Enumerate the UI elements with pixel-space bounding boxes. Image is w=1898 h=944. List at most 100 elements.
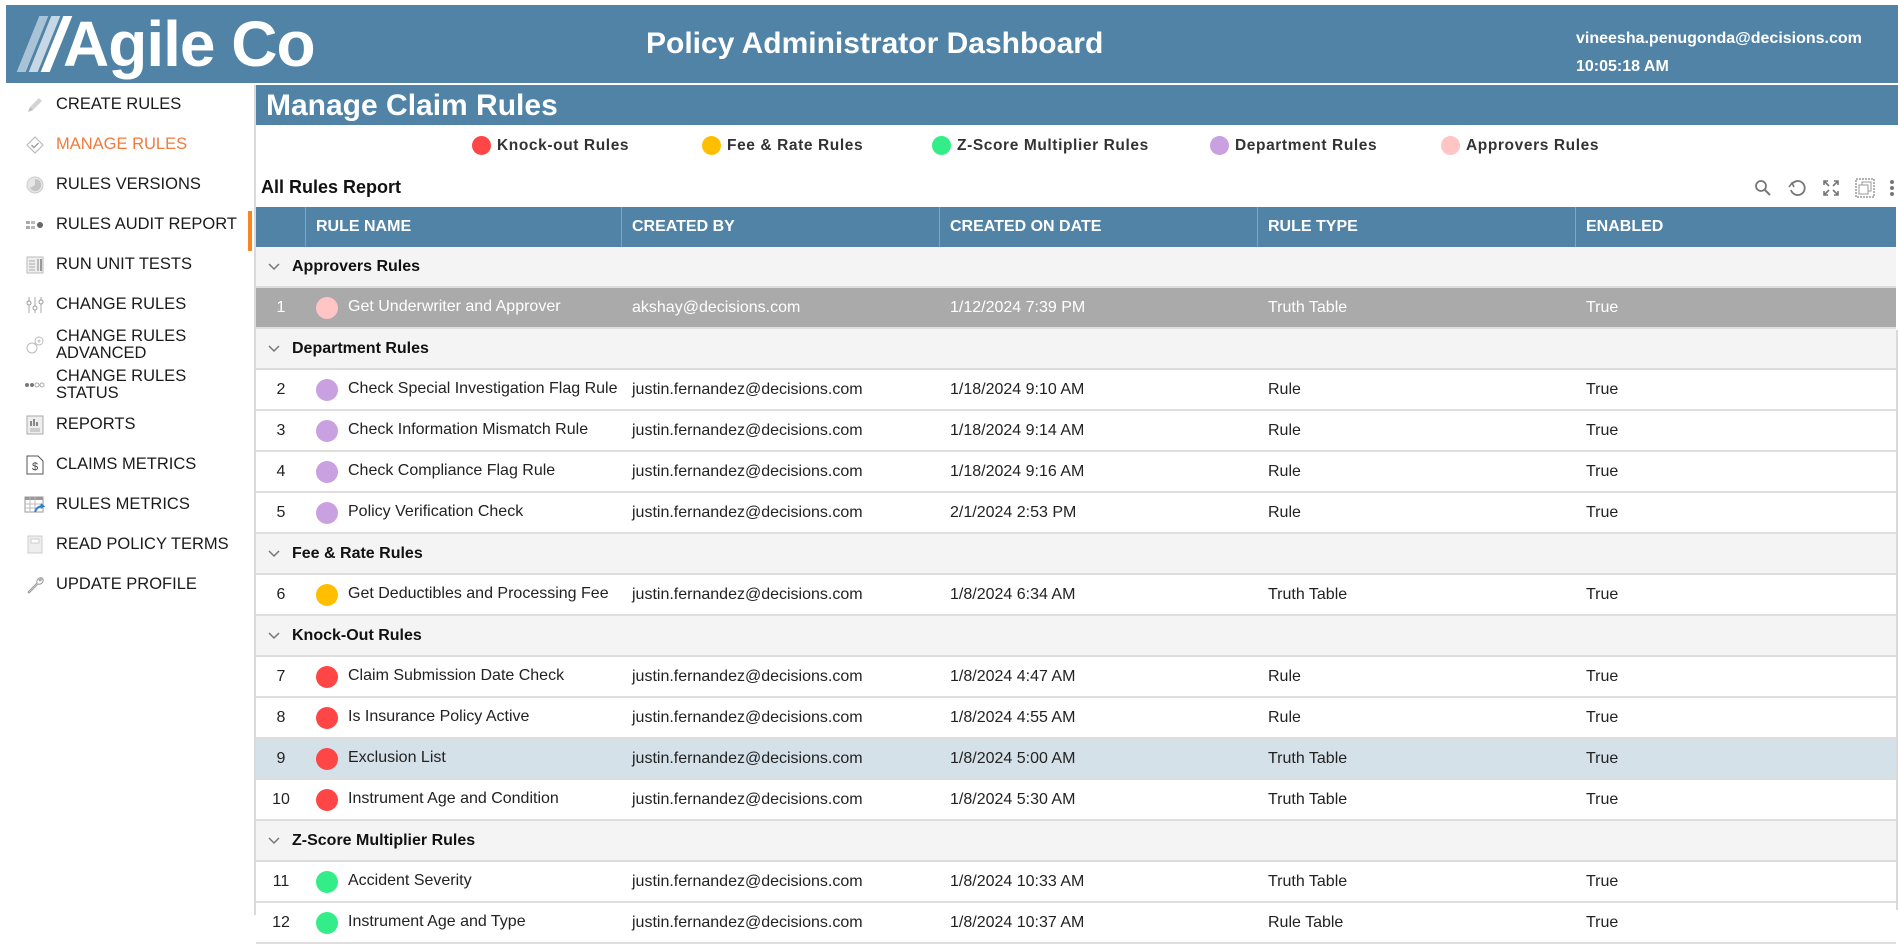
group-row[interactable]: Knock-Out Rules — [256, 616, 1896, 657]
sidebar-item-change-rules-status[interactable]: CHANGE RULES STATUS — [0, 365, 252, 405]
rule-type-dot-icon — [316, 706, 338, 729]
created-by: justin.fernandez@decisions.com — [632, 380, 863, 398]
group-row[interactable]: Department Rules — [256, 329, 1896, 370]
app-header: Agile Co Policy Administrator Dashboard … — [6, 5, 1898, 83]
rule-type-legend: Knock-out Rules Fee & Rate Rules Z-Score… — [256, 130, 1898, 162]
column-header-created-on-date[interactable]: CREATED ON DATE — [940, 207, 1258, 247]
table-row[interactable]: 4 Check Compliance Flag Rule justin.fernan… — [256, 452, 1896, 493]
created-on-date: 1/18/2024 9:14 AM — [950, 421, 1085, 439]
sliders-icon — [24, 294, 46, 316]
group-row[interactable]: Approvers Rules — [256, 247, 1896, 288]
created-by: justin.fernandez@decisions.com — [632, 749, 863, 767]
sidebar-item-reports[interactable]: REPORTS — [0, 405, 252, 445]
created-by: justin.fernandez@decisions.com — [632, 708, 863, 726]
column-header-enabled[interactable]: ENABLED — [1576, 207, 1896, 247]
table-row[interactable]: 3 Check Information Mismatch Rule justin.f… — [256, 411, 1896, 452]
sidebar-item-run-unit-tests[interactable]: RUN UNIT TESTS — [0, 245, 252, 285]
logo-text: Agile Co — [63, 8, 316, 80]
sidebar-item-label: REPORTS — [56, 415, 136, 434]
rule-type: Truth Table — [1268, 585, 1348, 603]
rule-type: Rule — [1268, 708, 1301, 726]
chevron-down-icon[interactable] — [256, 344, 292, 353]
chevron-down-icon[interactable] — [256, 631, 292, 640]
rule-name-cell: Instrument Age and Type — [306, 903, 622, 942]
group-row[interactable]: Z-Score Multiplier Rules — [256, 821, 1896, 862]
table-row[interactable]: 10 Instrument Age and Condition justin.fer… — [256, 780, 1896, 821]
table-row[interactable]: 6 Get Deductibles and Processing Fee justi… — [256, 575, 1896, 616]
sidebar-item-change-rules[interactable]: CHANGE RULES — [0, 285, 252, 325]
search-icon[interactable] — [1752, 177, 1774, 199]
half-circle-icon — [24, 174, 46, 196]
column-header-rule-type[interactable]: RULE TYPE — [1258, 207, 1576, 247]
legend-label: Knock-out Rules — [497, 136, 630, 154]
sidebar-item-rules-metrics[interactable]: RULES METRICS — [0, 485, 252, 525]
page-title-bar: Manage Claim Rules — [256, 85, 1898, 125]
rule-type: Rule — [1268, 380, 1301, 398]
column-header-index[interactable] — [256, 207, 306, 247]
group-row[interactable]: Fee & Rate Rules — [256, 534, 1896, 575]
enabled: True — [1586, 462, 1619, 480]
column-header-created-by[interactable]: CREATED BY — [622, 207, 940, 247]
rule-name: Check Special Investigation Flag Rule — [348, 380, 618, 398]
sidebar-item-label: CHANGE RULES STATUS — [56, 366, 187, 402]
rule-name: Exclusion List — [348, 749, 446, 767]
rule-name-cell: Instrument Age and Condition — [306, 780, 622, 819]
sidebar-item-read-policy-terms[interactable]: READ POLICY TERMS — [0, 525, 252, 565]
chevron-down-icon[interactable] — [256, 262, 292, 271]
sidebar-item-update-profile[interactable]: UPDATE PROFILE — [0, 565, 252, 605]
sidebar-item-label: CHANGE RULES ADVANCED — [56, 326, 187, 362]
table-body: Approvers Rules 1 Get Underwriter and Appr… — [256, 247, 1896, 944]
row-number: 3 — [276, 421, 286, 439]
legend-item-z-score: Z-Score Multiplier Rules — [932, 136, 1149, 155]
rule-name: Policy Verification Check — [348, 503, 524, 521]
more-vertical-icon[interactable] — [1888, 177, 1896, 199]
column-header-rule-name[interactable]: RULE NAME — [306, 207, 622, 247]
logo-stripes-icon — [16, 16, 73, 72]
sidebar-item-label: RULES METRICS — [56, 495, 190, 514]
created-by: justin.fernandez@decisions.com — [632, 872, 863, 890]
sidebar-item-change-rules-advanced[interactable]: CHANGE RULES ADVANCED — [0, 325, 252, 365]
table-row[interactable]: 11 Accident Severity justin.fernandez@deci… — [256, 862, 1896, 903]
row-number: 9 — [276, 749, 286, 767]
sidebar-item-rules-versions[interactable]: RULES VERSIONS — [0, 165, 252, 205]
created-by: justin.fernandez@decisions.com — [632, 913, 863, 931]
rule-name-cell: Is Insurance Policy Active — [306, 698, 622, 737]
legend-label: Z-Score Multiplier Rules — [957, 136, 1149, 154]
refresh-icon[interactable] — [1786, 177, 1808, 199]
enabled: True — [1586, 749, 1619, 767]
sidebar-item-label: CHANGE RULES — [56, 295, 187, 314]
copy-icon[interactable] — [1854, 177, 1876, 199]
sidebar-item-create-rules[interactable]: CREATE RULES — [0, 85, 252, 125]
table-row[interactable]: 1 Get Underwriter and Approver akshay@deci… — [256, 288, 1896, 329]
enabled: True — [1586, 585, 1619, 603]
company-logo[interactable]: Agile Co — [16, 7, 316, 81]
chevron-down-icon[interactable] — [256, 836, 292, 845]
rule-name-cell: Check Information Mismatch Rule — [306, 411, 622, 450]
rule-type: Rule Table — [1268, 913, 1344, 931]
sidebar-item-rules-audit-report[interactable]: RULES AUDIT REPORT — [0, 205, 252, 245]
table-row[interactable]: 9 Exclusion List justin.fernandez@decision… — [256, 739, 1896, 780]
table-row[interactable]: 5 Policy Verification Check justin.fernand… — [256, 493, 1896, 534]
table-row[interactable]: 2 Check Special Investigation Flag Rule ju… — [256, 370, 1896, 411]
rule-type-dot-icon — [316, 460, 338, 483]
table-row[interactable]: 7 Claim Submission Date Check justin.ferna… — [256, 657, 1896, 698]
legend-item-knock-out: Knock-out Rules — [472, 136, 629, 155]
rule-name-cell: Exclusion List — [306, 739, 622, 778]
user-email: vineesha.penugonda@decisions.com — [1576, 30, 1862, 47]
sidebar-item-claims-metrics[interactable]: $ CLAIMS METRICS — [0, 445, 252, 485]
enabled: True — [1586, 790, 1619, 808]
table-row[interactable]: 8 Is Insurance Policy Active justin.fernan… — [256, 698, 1896, 739]
rule-name: Accident Severity — [348, 872, 472, 890]
sidebar-item-manage-rules[interactable]: MANAGE RULES — [0, 125, 252, 165]
rule-type: Truth Table — [1268, 749, 1348, 767]
expand-icon[interactable] — [1820, 177, 1842, 199]
legend-dot-icon — [1210, 136, 1229, 155]
created-by: justin.fernandez@decisions.com — [632, 503, 863, 521]
enabled: True — [1586, 667, 1619, 685]
chevron-down-icon[interactable] — [256, 549, 292, 558]
sidebar-item-label: MANAGE RULES — [56, 135, 188, 154]
table-row[interactable]: 12 Instrument Age and Type justin.fernande… — [256, 903, 1896, 944]
test-sheet-icon — [24, 254, 46, 276]
created-on-date: 1/18/2024 9:10 AM — [950, 380, 1085, 398]
created-on-date: 1/8/2024 4:47 AM — [950, 667, 1076, 685]
